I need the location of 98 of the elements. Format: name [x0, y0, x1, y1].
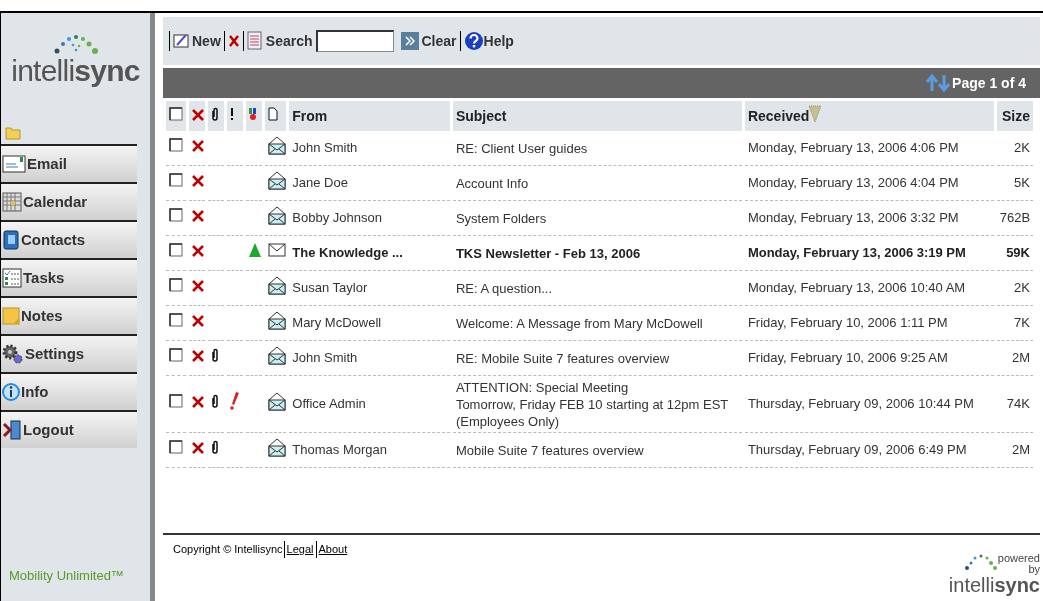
table-cell: 2K	[996, 271, 1033, 306]
table-cell: Account Info	[452, 166, 742, 201]
flag-column-icon	[249, 106, 258, 121]
row-checkbox[interactable]	[169, 394, 183, 409]
table-cell: 59K	[996, 236, 1033, 271]
nav-item[interactable]: Email	[1, 144, 137, 182]
table-cell: 7K	[996, 306, 1033, 341]
row-checkbox[interactable]	[169, 313, 183, 328]
table-cell: 2M	[996, 433, 1033, 468]
table-cell: Mary McDowell	[289, 306, 450, 341]
nav-item[interactable]: Tasks	[1, 258, 137, 296]
delete-icon[interactable]	[192, 175, 205, 188]
tasks-icon	[2, 268, 22, 288]
footer-link[interactable]: About	[316, 541, 350, 558]
delete-icon[interactable]	[192, 350, 205, 363]
table-cell: Monday, February 13, 2006 4:06 PM	[744, 131, 994, 166]
nav-item[interactable]: Logout	[1, 410, 137, 448]
tagline: Mobility Unlimited™	[8, 566, 125, 585]
delete-icon[interactable]	[192, 210, 205, 223]
clear-button[interactable]: Clear	[421, 30, 457, 52]
table-cell: The Knowledge ...	[289, 236, 450, 271]
nav-item[interactable]: Info	[1, 372, 137, 410]
table-cell: RE: A question...	[452, 271, 742, 306]
row-checkbox[interactable]	[169, 173, 183, 188]
delete-icon[interactable]	[192, 280, 205, 293]
table-cell: RE: Client User guides	[452, 131, 742, 166]
powered-by-text: by	[1028, 564, 1040, 575]
row-checkbox[interactable]	[169, 278, 183, 293]
nav-item[interactable]: Calendar	[1, 182, 137, 220]
table-cell: System Folders	[452, 201, 742, 236]
row-checkbox[interactable]	[169, 440, 183, 455]
table-cell: Friday, February 10, 2006 1:11 PM	[744, 306, 994, 341]
help-icon	[463, 31, 484, 51]
column-header[interactable]: From	[292, 105, 328, 127]
table-cell: Susan Taylor	[289, 271, 450, 306]
nav-item[interactable]: Settings	[1, 334, 137, 372]
notes-icon	[2, 307, 20, 325]
delete-icon[interactable]	[192, 315, 205, 328]
document-icon	[246, 31, 263, 51]
row-checkbox[interactable]	[169, 208, 183, 223]
logo-text: intellisync	[11, 55, 140, 86]
nav-item[interactable]: Notes	[1, 296, 137, 334]
search-field[interactable]	[315, 30, 394, 52]
table-cell: Monday, February 13, 2006 3:32 PM	[744, 201, 994, 236]
table-cell: Thursday, February 09, 2006 10:44 PM	[744, 376, 994, 433]
table-cell: Friday, February 10, 2006 9:25 AM	[744, 341, 994, 376]
table-cell: 5K	[996, 166, 1033, 201]
go-icon[interactable]	[400, 32, 419, 50]
delete-icon[interactable]	[192, 245, 205, 258]
delete-icon[interactable]	[192, 396, 205, 409]
priority-column-icon	[230, 106, 235, 121]
new-button[interactable]: New	[173, 30, 221, 52]
compose-icon	[173, 33, 191, 49]
delete-icon[interactable]	[192, 442, 205, 455]
select-all-checkbox[interactable]	[169, 106, 183, 121]
email-icon	[2, 154, 26, 174]
logout-icon	[2, 420, 22, 440]
page-column-icon	[268, 106, 279, 121]
table-cell: RE: Mobile Suite 7 features overview	[452, 341, 742, 376]
table-cell: 74K	[996, 376, 1033, 433]
settings-icon	[2, 344, 24, 364]
info-icon	[2, 383, 20, 401]
table-cell: Thursday, February 09, 2006 6:49 PM	[744, 433, 994, 468]
table-cell: 2K	[996, 131, 1033, 166]
table-cell: Thomas Morgan	[289, 433, 450, 468]
copyright-text: Copyright © Intellisync	[173, 541, 285, 558]
column-header[interactable]: Subject	[455, 105, 507, 127]
table-cell: Monday, February 13, 2006 10:40 AM	[744, 271, 994, 306]
table-cell: TKS Newsletter - Feb 13, 2006	[452, 236, 742, 271]
powered-by-text: powered	[997, 553, 1040, 564]
table-cell: ATTENTION: Special Meeting Tomorrow, Friday FEB 10 starting at 12pm EST (Employees Only)	[452, 376, 742, 433]
page-indicator: Page 1 of 4	[952, 73, 1026, 93]
table-cell: Jane Doe	[289, 166, 450, 201]
search-label: Search	[265, 31, 313, 51]
logo-dots-icon	[963, 553, 998, 571]
logo-text: intellisync	[948, 575, 1040, 595]
row-checkbox[interactable]	[169, 138, 183, 153]
delete-icon[interactable]	[192, 140, 205, 153]
table-cell: John Smith	[289, 341, 450, 376]
column-header[interactable]: Received	[747, 106, 810, 127]
table-cell: Monday, February 13, 2006 4:04 PM	[744, 166, 994, 201]
row-checkbox[interactable]	[169, 348, 183, 363]
table-cell: John Smith	[289, 131, 450, 166]
table-cell: Mobile Suite 7 features overview	[452, 433, 742, 468]
table-cell: 762B	[996, 201, 1033, 236]
row-checkbox[interactable]	[169, 243, 183, 258]
nav-item[interactable]: Contacts	[1, 220, 137, 258]
delete-button[interactable]	[227, 34, 240, 48]
contacts-icon	[2, 230, 20, 250]
table-cell: 2M	[996, 341, 1033, 376]
footer-link[interactable]: Legal	[284, 541, 317, 558]
table-cell: Office Admin	[289, 376, 450, 433]
attachment-column-icon	[211, 106, 220, 121]
table-cell: Bobby Johnson	[289, 201, 450, 236]
help-button[interactable]: Help	[463, 30, 514, 52]
table-cell: Welcome: A Message from Mary McDowell	[452, 306, 742, 341]
delete-column-icon	[192, 108, 205, 121]
table-cell: Monday, February 13, 2006 3:19 PM	[744, 236, 994, 271]
